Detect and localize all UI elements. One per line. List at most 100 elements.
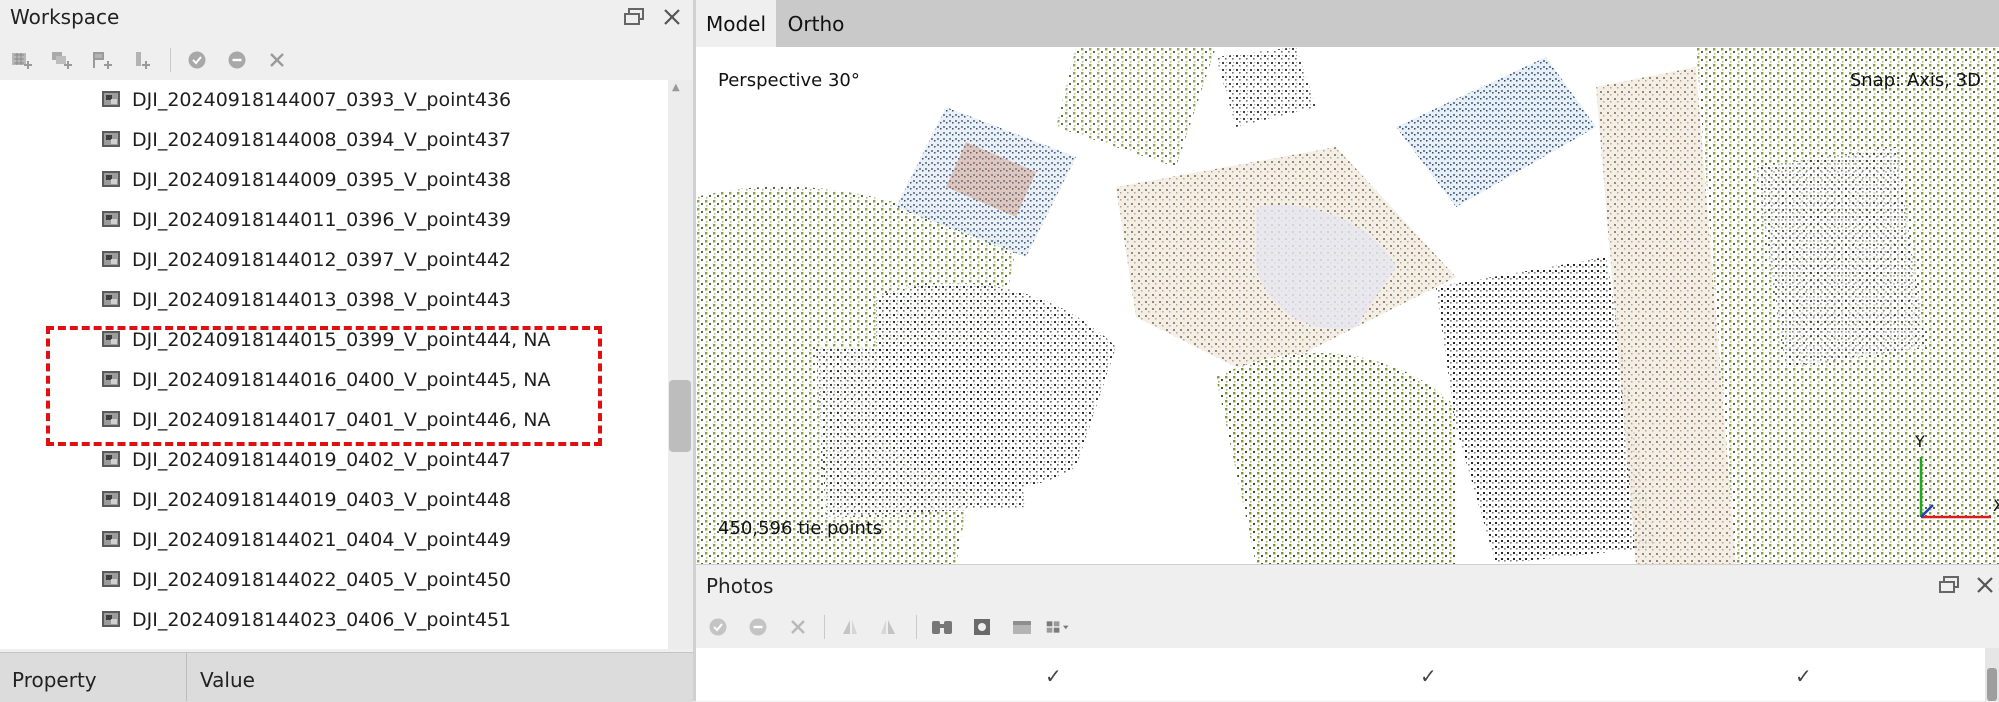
photo-icon: [102, 131, 120, 147]
add-scalebar-icon: [136, 52, 150, 69]
tree-item-label: DJI_20240918144008_0394_V_point437: [132, 129, 512, 151]
tree-item-photo[interactable]: DJI_20240918144021_0404_V_point449: [0, 520, 668, 560]
float-panel-button[interactable]: [620, 3, 648, 31]
rotate-right-icon: [881, 620, 895, 634]
photo-aligned-check-icon: ✓: [1420, 664, 1437, 688]
add-scalebar-button[interactable]: [130, 48, 154, 72]
filter-by-point-button[interactable]: [930, 615, 954, 639]
tab-ortho[interactable]: Ortho: [776, 0, 856, 47]
workspace-tree: DJI_20240918144007_0393_V_point436 DJI_2…: [0, 80, 668, 649]
tree-item-photo[interactable]: DJI_20240918144019_0403_V_point448: [0, 480, 668, 520]
enable-icon: [709, 618, 727, 636]
scroll-up-arrow-icon[interactable]: ▲: [672, 82, 680, 93]
tab-model[interactable]: Model: [696, 0, 776, 47]
model-viewport[interactable]: Perspective 30° Snap: Axis, 3D 450,596 t…: [696, 47, 1999, 564]
axis-trihedron: Y X: [1914, 432, 1999, 519]
tree-item-label: DJI_20240918144013_0398_V_point443: [132, 289, 512, 311]
workspace-toolbar: [0, 40, 693, 78]
axis-y-label: Y: [1914, 432, 1925, 451]
tree-item-photo[interactable]: DJI_20240918144022_0405_V_point450: [0, 560, 668, 600]
filter-binoculars-icon: [932, 621, 952, 634]
tree-item-photo[interactable]: DJI_20240918144012_0397_V_point442: [0, 240, 668, 280]
tree-item-photo[interactable]: DJI_20240918144017_0401_V_point446, NA: [0, 400, 668, 440]
column-divider[interactable]: [186, 652, 187, 701]
tree-item-photo[interactable]: DJI_20240918144011_0396_V_point439: [0, 200, 668, 240]
rotate-right-button[interactable]: [876, 615, 900, 639]
property-column-header[interactable]: Property: [12, 668, 97, 692]
disable-button[interactable]: [225, 48, 249, 72]
view-tab-bar: [696, 0, 1999, 47]
add-photos-button[interactable]: [50, 48, 74, 72]
properties-header: [0, 652, 693, 702]
tree-item-photo[interactable]: DJI_20240918144009_0395_V_point438: [0, 160, 668, 200]
photo-aligned-check-icon: ✓: [1045, 664, 1062, 688]
mask-button[interactable]: [970, 615, 994, 639]
tree-item-photo[interactable]: DJI_20240918144023_0406_V_point451: [0, 600, 668, 640]
enable-photos-button[interactable]: [706, 615, 730, 639]
tree-item-photo[interactable]: DJI_20240918144015_0399_V_point444, NA: [0, 320, 668, 360]
tree-item-photo[interactable]: DJI_20240918144016_0400_V_point445, NA: [0, 360, 668, 400]
close-icon: [664, 9, 680, 25]
photo-icon: [102, 451, 120, 467]
rotate-left-button[interactable]: [838, 615, 862, 639]
disable-photos-button[interactable]: [746, 615, 770, 639]
photo-icon: [102, 531, 120, 547]
photo-icon: [102, 491, 120, 507]
disable-icon: [749, 618, 767, 636]
photo-icon: [102, 571, 120, 587]
view-icon: [1013, 621, 1031, 634]
grid-view-dropdown[interactable]: [1046, 615, 1070, 639]
tree-item-label: DJI_20240918144022_0405_V_point450: [132, 569, 512, 591]
tree-item-label: DJI_20240918144012_0397_V_point442: [132, 249, 512, 271]
mask-icon: [974, 619, 990, 635]
photo-icon: [102, 411, 120, 427]
tree-item-label: DJI_20240918144011_0396_V_point439: [132, 209, 512, 231]
tie-point-cloud: [696, 47, 1999, 564]
tree-item-photo[interactable]: DJI_20240918144019_0402_V_point447: [0, 440, 668, 480]
grid-view-icon: [1046, 621, 1069, 633]
tree-item-label: DJI_20240918144007_0393_V_point436: [132, 89, 512, 111]
axis-x-label: X: [1993, 496, 1999, 515]
close-panel-button[interactable]: [658, 3, 686, 31]
enable-button[interactable]: [185, 48, 209, 72]
photo-icon: [102, 91, 120, 107]
photos-scrollbar-thumb[interactable]: [1987, 668, 1997, 701]
photos-toolbar: [696, 607, 1999, 645]
float-window-icon: [1939, 576, 1959, 593]
add-chunk-icon: [12, 53, 32, 69]
tree-item-label: DJI_20240918144021_0404_V_point449: [132, 529, 512, 551]
photos-title: Photos: [706, 574, 774, 598]
add-photos-icon: [52, 52, 72, 69]
photo-icon: [102, 331, 120, 347]
photo-icon: [102, 171, 120, 187]
tree-scrollbar-thumb[interactable]: [669, 380, 691, 452]
projection-label: Perspective 30°: [718, 70, 860, 91]
photo-icon: [102, 611, 120, 627]
tree-item-photo[interactable]: DJI_20240918144013_0398_V_point443: [0, 280, 668, 320]
remove-icon: [791, 620, 805, 634]
workspace-title: Workspace: [10, 5, 120, 29]
remove-photos-button[interactable]: [786, 615, 810, 639]
photos-close-button[interactable]: [1971, 571, 1999, 599]
photo-icon: [102, 251, 120, 267]
remove-button[interactable]: [265, 48, 289, 72]
add-chunk-button[interactable]: [10, 48, 34, 72]
tree-item-label: DJI_20240918144019_0403_V_point448: [132, 489, 512, 511]
view-mode-button[interactable]: [1010, 615, 1034, 639]
photo-icon: [102, 211, 120, 227]
photo-icon: [102, 371, 120, 387]
photos-float-button[interactable]: [1935, 571, 1963, 599]
tree-item-label: DJI_20240918144023_0406_V_point451: [132, 609, 512, 631]
tree-item-label: DJI_20240918144019_0402_V_point447: [132, 449, 512, 471]
snap-mode-label: Snap: Axis, 3D: [1849, 70, 1981, 91]
disable-icon: [228, 51, 246, 69]
value-column-header[interactable]: Value: [200, 668, 255, 692]
tree-scrollbar[interactable]: [668, 80, 693, 649]
photo-aligned-check-icon: ✓: [1795, 664, 1812, 688]
rotate-left-icon: [843, 620, 857, 634]
add-markers-button[interactable]: [90, 48, 114, 72]
enable-icon: [188, 51, 206, 69]
tree-item-photo[interactable]: DJI_20240918144008_0394_V_point437: [0, 120, 668, 160]
tree-item-photo[interactable]: DJI_20240918144007_0393_V_point436: [0, 80, 668, 120]
photo-icon: [102, 291, 120, 307]
